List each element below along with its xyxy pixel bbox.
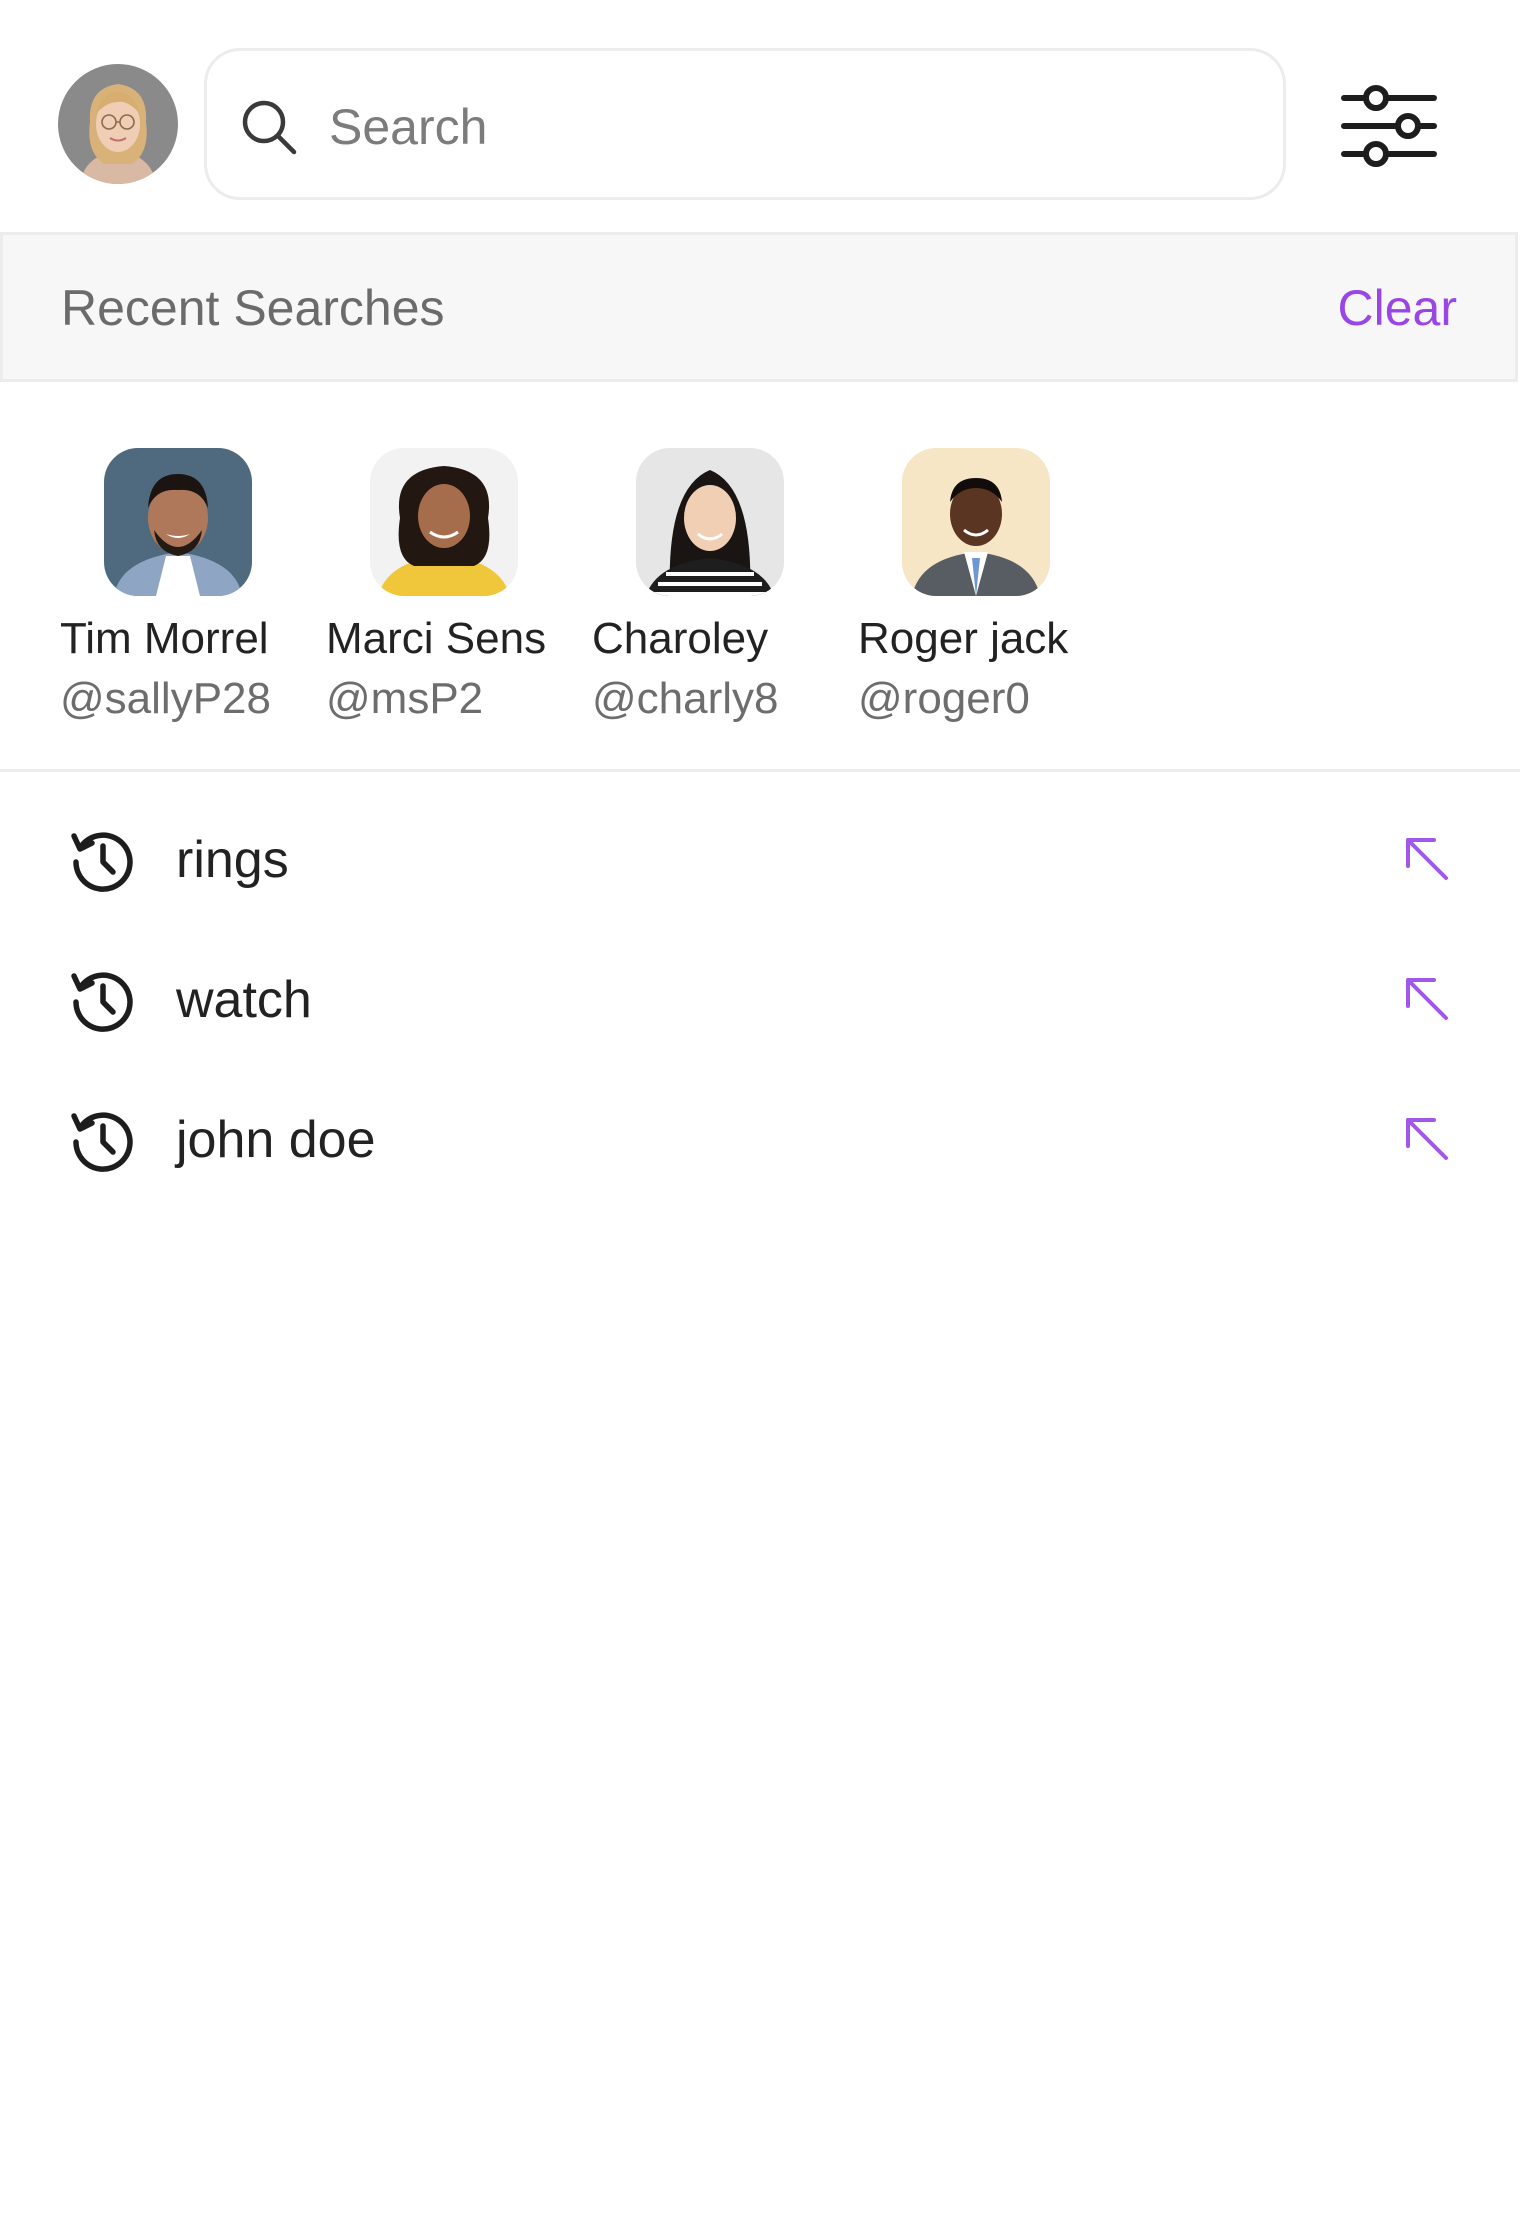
person-handle: @charly8 (592, 674, 779, 723)
person-photo-icon (370, 448, 518, 596)
person-avatar (636, 448, 784, 596)
person-name: Charoley (592, 614, 769, 663)
user-avatar-icon (58, 64, 178, 184)
history-term: watch (176, 971, 312, 1029)
recent-searches-header: Recent Searches Clear (0, 232, 1518, 382)
person-name: Tim Morrel (60, 614, 269, 663)
person-avatar (104, 448, 252, 596)
history-item[interactable]: watch (0, 940, 1520, 1060)
person-handle: @msP2 (326, 674, 484, 723)
person-card[interactable]: Roger jack @roger0 (858, 448, 1108, 748)
history-item[interactable]: john doe (0, 1080, 1520, 1200)
person-avatar (902, 448, 1050, 596)
person-name: Roger jack (858, 614, 1069, 663)
history-icon (71, 972, 133, 1032)
recent-people: Tim Morrel @sallyP28 Marci Sens @msP2 Ch… (0, 382, 1520, 772)
person-avatar (370, 448, 518, 596)
person-card[interactable]: Charoley @charly8 (592, 448, 842, 748)
history-term: rings (176, 831, 289, 889)
history-icon (71, 1112, 133, 1172)
person-handle: @sallyP28 (60, 674, 271, 723)
recent-searches-title: Recent Searches (61, 280, 445, 336)
clear-button[interactable]: Clear (1338, 279, 1457, 337)
person-card[interactable]: Tim Morrel @sallyP28 (60, 448, 310, 748)
history-term: john doe (176, 1111, 376, 1169)
person-photo-icon (902, 448, 1050, 596)
arrow-up-left-icon[interactable] (1400, 972, 1456, 1028)
person-card[interactable]: Marci Sens @msP2 (326, 448, 576, 748)
person-name: Marci Sens (326, 614, 547, 663)
arrow-up-left-icon[interactable] (1400, 832, 1456, 888)
search-bar[interactable] (204, 48, 1286, 200)
arrow-up-left-icon[interactable] (1400, 1112, 1456, 1168)
person-photo-icon (636, 448, 784, 596)
search-icon (242, 100, 297, 155)
sliders-icon (1341, 85, 1437, 167)
person-photo-icon (104, 448, 252, 596)
person-handle: @roger0 (858, 674, 1030, 723)
filter-button[interactable] (1330, 66, 1450, 186)
history-icon (71, 832, 133, 892)
search-input[interactable] (327, 81, 1251, 173)
search-header (0, 0, 1520, 232)
user-avatar[interactable] (58, 64, 178, 184)
history-item[interactable]: rings (0, 800, 1520, 920)
